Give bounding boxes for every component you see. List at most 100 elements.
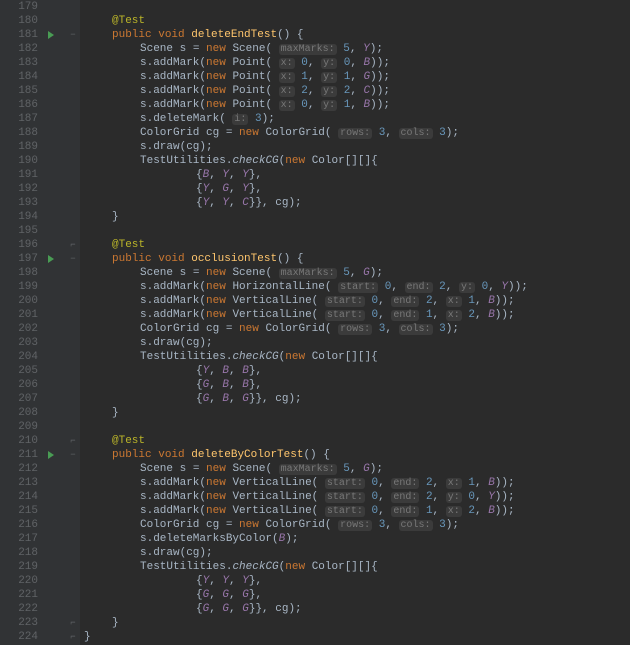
line-number: 195 <box>0 224 38 238</box>
line-number: 183 <box>0 56 38 70</box>
code-line[interactable]: s.addMark(new Point( x: 2, y: 2, C)); <box>84 84 528 98</box>
code-line[interactable]: {Y, G, Y}, <box>84 182 528 196</box>
code-line[interactable]: } <box>84 210 528 224</box>
code-line[interactable]: public void deleteByColorTest() { <box>84 448 528 462</box>
line-number: 224 <box>0 630 38 644</box>
code-line[interactable]: s.addMark(new VerticalLine( start: 0, en… <box>84 504 528 518</box>
fold-icon[interactable]: − <box>68 448 78 462</box>
line-number: 213 <box>0 476 38 490</box>
code-line[interactable]: TestUtilities.checkCG(new Color[][]{ <box>84 560 528 574</box>
fold-icon[interactable]: ⌐ <box>68 238 78 252</box>
code-line[interactable]: {Y, Y, Y}, <box>84 574 528 588</box>
code-line[interactable]: Scene s = new Scene( maxMarks: 5, Y); <box>84 42 528 56</box>
line-number: 201 <box>0 308 38 322</box>
code-line[interactable]: s.addMark(new VerticalLine( start: 0, en… <box>84 476 528 490</box>
code-line[interactable]: s.deleteMark( i: 3); <box>84 112 528 126</box>
code-line[interactable]: {Y, B, B}, <box>84 364 528 378</box>
line-number: 185 <box>0 84 38 98</box>
line-number: 216 <box>0 518 38 532</box>
line-number: 222 <box>0 602 38 616</box>
code-line[interactable]: ColorGrid cg = new ColorGrid( rows: 3, c… <box>84 126 528 140</box>
line-number: 208 <box>0 406 38 420</box>
line-number: 211 <box>0 448 38 462</box>
fold-icon[interactable]: ⌐ <box>68 616 78 630</box>
line-number: 223 <box>0 616 38 630</box>
line-number: 209 <box>0 420 38 434</box>
code-line[interactable]: Scene s = new Scene( maxMarks: 5, G); <box>84 462 528 476</box>
code-line[interactable]: @Test <box>84 14 528 28</box>
line-number: 203 <box>0 336 38 350</box>
line-number: 221 <box>0 588 38 602</box>
code-line[interactable]: } <box>84 630 528 644</box>
line-number: 202 <box>0 322 38 336</box>
line-number: 204 <box>0 350 38 364</box>
line-number: 207 <box>0 392 38 406</box>
code-line[interactable] <box>84 0 528 14</box>
run-test-icon[interactable] <box>48 31 54 39</box>
code-line[interactable]: s.draw(cg); <box>84 336 528 350</box>
run-test-icon[interactable] <box>48 451 54 459</box>
code-line[interactable]: TestUtilities.checkCG(new Color[][]{ <box>84 350 528 364</box>
code-line[interactable]: s.addMark(new Point( x: 0, y: 0, B)); <box>84 56 528 70</box>
line-number: 187 <box>0 112 38 126</box>
code-line[interactable]: {G, B, G}}, cg); <box>84 392 528 406</box>
code-line[interactable]: {G, G, G}, <box>84 588 528 602</box>
line-number: 218 <box>0 546 38 560</box>
line-number: 190 <box>0 154 38 168</box>
line-number: 217 <box>0 532 38 546</box>
code-line[interactable]: @Test <box>84 238 528 252</box>
code-line[interactable]: public void occlusionTest() { <box>84 252 528 266</box>
line-number: 180 <box>0 14 38 28</box>
line-number: 179 <box>0 0 38 14</box>
line-number-gutter: 1791801811821831841851861871881891901911… <box>0 0 46 645</box>
code-line[interactable]: s.addMark(new Point( x: 1, y: 1, G)); <box>84 70 528 84</box>
line-number: 198 <box>0 266 38 280</box>
line-number: 181 <box>0 28 38 42</box>
line-number: 215 <box>0 504 38 518</box>
line-number: 191 <box>0 168 38 182</box>
line-number: 192 <box>0 182 38 196</box>
line-number: 200 <box>0 294 38 308</box>
code-line[interactable]: {Y, Y, C}}, cg); <box>84 196 528 210</box>
code-line[interactable]: s.draw(cg); <box>84 546 528 560</box>
line-number: 214 <box>0 490 38 504</box>
line-number: 193 <box>0 196 38 210</box>
code-line[interactable]: s.addMark(new HorizontalLine( start: 0, … <box>84 280 528 294</box>
code-editor[interactable]: 1791801811821831841851861871881891901911… <box>0 0 630 645</box>
line-number: 220 <box>0 574 38 588</box>
code-line[interactable]: ColorGrid cg = new ColorGrid( rows: 3, c… <box>84 322 528 336</box>
code-line[interactable] <box>84 224 528 238</box>
code-line[interactable]: {G, G, G}}, cg); <box>84 602 528 616</box>
fold-icon[interactable]: − <box>68 252 78 266</box>
code-line[interactable]: s.addMark(new VerticalLine( start: 0, en… <box>84 308 528 322</box>
code-line[interactable] <box>84 420 528 434</box>
line-number: 184 <box>0 70 38 84</box>
code-line[interactable]: s.deleteMarksByColor(B); <box>84 532 528 546</box>
line-number: 189 <box>0 140 38 154</box>
code-line[interactable]: @Test <box>84 434 528 448</box>
code-line[interactable]: s.addMark(new VerticalLine( start: 0, en… <box>84 490 528 504</box>
code-line[interactable]: s.addMark(new Point( x: 0, y: 1, B)); <box>84 98 528 112</box>
code-area[interactable]: @Testpublic void deleteEndTest() {Scene … <box>80 0 528 645</box>
line-number: 194 <box>0 210 38 224</box>
fold-gutter: −⌐−⌐−⌐⌐ <box>66 0 80 645</box>
code-line[interactable]: {G, B, B}, <box>84 378 528 392</box>
line-number: 188 <box>0 126 38 140</box>
code-line[interactable]: TestUtilities.checkCG(new Color[][]{ <box>84 154 528 168</box>
code-line[interactable]: {B, Y, Y}, <box>84 168 528 182</box>
fold-icon[interactable]: ⌐ <box>68 434 78 448</box>
line-number: 210 <box>0 434 38 448</box>
code-line[interactable]: s.draw(cg); <box>84 140 528 154</box>
code-line[interactable]: Scene s = new Scene( maxMarks: 5, G); <box>84 266 528 280</box>
code-line[interactable]: ColorGrid cg = new ColorGrid( rows: 3, c… <box>84 518 528 532</box>
code-line[interactable]: } <box>84 616 528 630</box>
line-number: 219 <box>0 560 38 574</box>
code-line[interactable]: } <box>84 406 528 420</box>
line-number: 197 <box>0 252 38 266</box>
code-line[interactable]: public void deleteEndTest() { <box>84 28 528 42</box>
code-line[interactable]: s.addMark(new VerticalLine( start: 0, en… <box>84 294 528 308</box>
fold-icon[interactable]: ⌐ <box>68 630 78 644</box>
fold-icon[interactable]: − <box>68 28 78 42</box>
run-test-icon[interactable] <box>48 255 54 263</box>
line-number: 205 <box>0 364 38 378</box>
